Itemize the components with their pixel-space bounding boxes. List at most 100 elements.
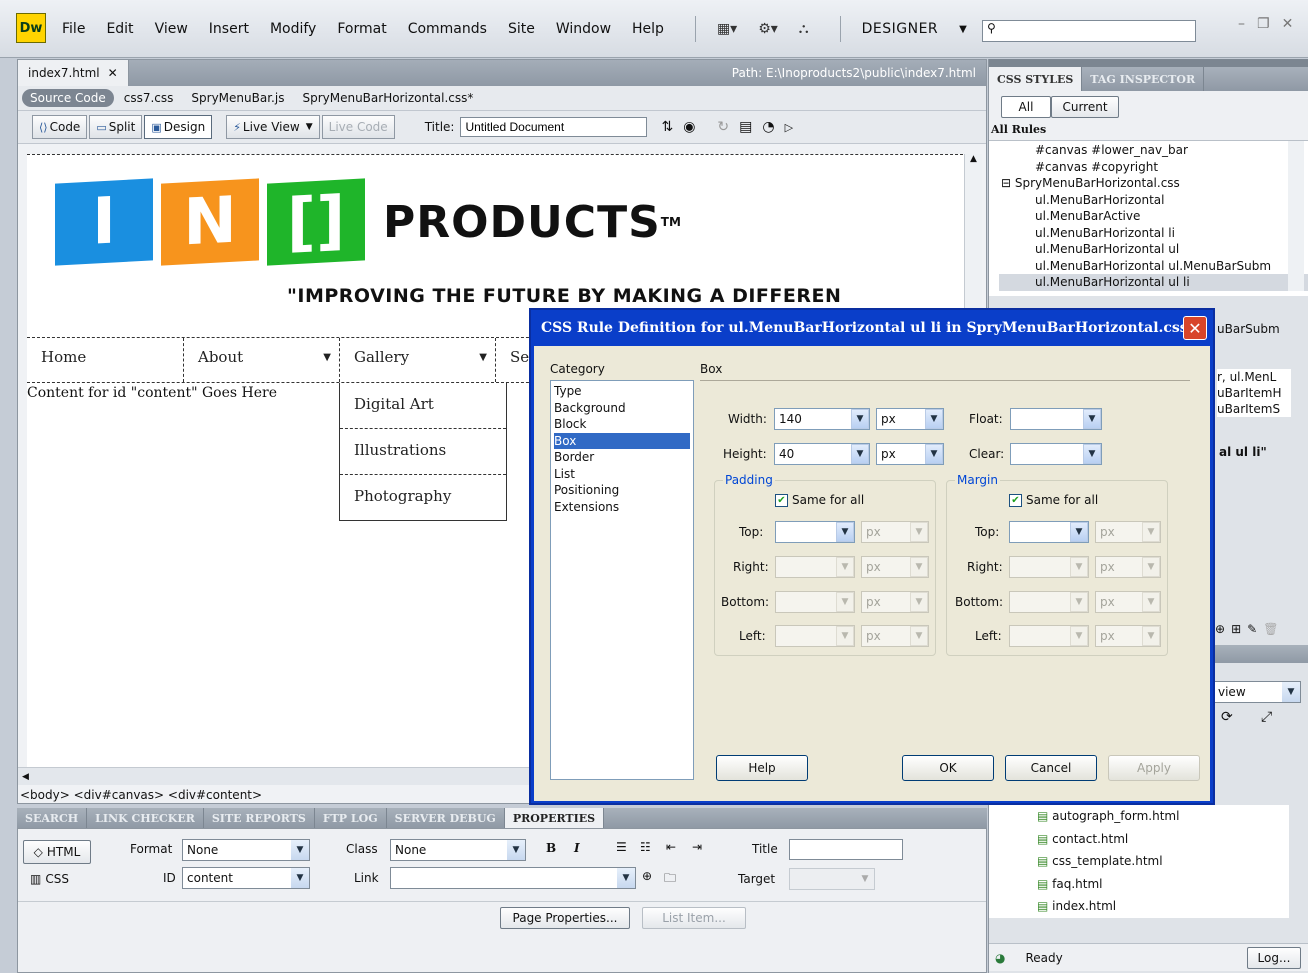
design-view-button[interactable]: ▣ Design	[144, 115, 213, 139]
folder-icon[interactable]: 🗀	[664, 869, 676, 890]
point-to-file-icon[interactable]: ⊕	[642, 869, 652, 883]
menu-view[interactable]: View	[155, 21, 188, 37]
italic-button[interactable]: I	[574, 841, 580, 855]
css-rule[interactable]: ul.MenuBarActive	[999, 208, 1308, 225]
margin-same-checkbox[interactable]: ✔ Same for all	[1009, 493, 1098, 507]
menu-file[interactable]: File	[62, 21, 85, 37]
title-field[interactable]	[789, 839, 903, 860]
current-mode-button[interactable]: Current	[1051, 96, 1119, 118]
tab-link-checker[interactable]: LINK CHECKER	[87, 808, 204, 828]
css-rule[interactable]: ul.MenuBarHorizontal ul.MenuBarSubm	[999, 258, 1308, 275]
menu-help[interactable]: Help	[632, 21, 664, 37]
tab-search[interactable]: SEARCH	[17, 808, 88, 828]
related-file[interactable]: SpryMenuBar.js	[191, 91, 284, 105]
category-item[interactable]: Extensions	[554, 499, 690, 516]
clear-select[interactable]: ▼	[1010, 443, 1102, 465]
menu-format[interactable]: Format	[337, 21, 386, 37]
close-icon[interactable]: ✕	[108, 66, 118, 80]
edit-rule-icon[interactable]: ✎	[1247, 622, 1257, 636]
tab-ftp-log[interactable]: FTP LOG	[315, 808, 387, 828]
category-item[interactable]: Type	[554, 383, 690, 400]
tab-site-reports[interactable]: SITE REPORTS	[204, 808, 315, 828]
trash-icon[interactable]: 🗑	[1263, 622, 1278, 636]
height-unit-select[interactable]: px ▼	[876, 443, 944, 465]
minimize-icon[interactable]: –	[1238, 16, 1245, 32]
category-item[interactable]: Block	[554, 416, 690, 433]
submenu-item[interactable]: Photography	[340, 475, 506, 521]
visual-aids-icon[interactable]: ◔	[762, 119, 774, 135]
menu-modify[interactable]: Modify	[270, 21, 316, 37]
html-mode-button[interactable]: ◇ HTML	[23, 840, 91, 864]
file-item[interactable]: ▤ autograph_form.html	[1037, 805, 1289, 828]
more-icon[interactable]: ▷	[785, 121, 793, 134]
expand-icon[interactable]: ⤢	[1261, 709, 1272, 725]
nav-about[interactable]: About ▼	[184, 338, 340, 382]
css-mode-button[interactable]: ▥ CSS	[30, 872, 69, 886]
live-code-button[interactable]: Live Code	[321, 115, 395, 139]
search-input[interactable]: ⚲	[982, 20, 1196, 42]
code-view-button[interactable]: ⟨⟩ Code	[32, 115, 88, 139]
attach-stylesheet-icon[interactable]: ⊕	[1215, 622, 1225, 636]
margin-left-select[interactable]: ▼	[1009, 625, 1089, 647]
margin-left-unit[interactable]: px ▼	[1095, 625, 1161, 647]
title-input[interactable]	[460, 117, 648, 137]
menu-edit[interactable]: Edit	[106, 21, 133, 37]
related-file[interactable]: SpryMenuBarHorizontal.css*	[302, 91, 473, 105]
nav-home[interactable]: Home	[27, 338, 184, 382]
indent-icon[interactable]: ⇥	[692, 840, 702, 854]
tab-properties[interactable]: PROPERTIES	[504, 808, 605, 828]
margin-top-select[interactable]: ▼	[1009, 521, 1089, 543]
height-select[interactable]: 40 ▼	[774, 443, 870, 465]
menu-insert[interactable]: Insert	[209, 21, 249, 37]
live-view-button[interactable]: ⚡ Live View ▼	[226, 115, 320, 139]
unordered-list-icon[interactable]: ☰	[616, 840, 627, 854]
margin-top-unit[interactable]: px ▼	[1095, 521, 1161, 543]
padding-top-unit[interactable]: px ▼	[861, 521, 929, 543]
site-map-icon[interactable]: ⛬	[799, 21, 809, 37]
id-select[interactable]: content ▼	[182, 867, 310, 889]
margin-bottom-unit[interactable]: px ▼	[1095, 591, 1161, 613]
cancel-button[interactable]: Cancel	[1005, 755, 1097, 781]
source-code-tab[interactable]: Source Code	[22, 89, 114, 107]
margin-right-unit[interactable]: px ▼	[1095, 556, 1161, 578]
globe-icon[interactable]: ◉	[683, 119, 695, 135]
padding-left-unit[interactable]: px ▼	[861, 625, 929, 647]
width-select[interactable]: 140 ▼	[774, 408, 870, 430]
padding-same-checkbox[interactable]: ✔ Same for all	[775, 493, 864, 507]
new-rule-icon[interactable]: ⊞	[1231, 622, 1241, 636]
float-select[interactable]: ▼	[1010, 408, 1102, 430]
category-item[interactable]: List	[554, 466, 690, 483]
css-rule[interactable]: #canvas #copyright	[999, 159, 1308, 176]
chevron-down-icon[interactable]: ▼	[959, 24, 967, 35]
file-item[interactable]: ▤ css_template.html	[1037, 850, 1289, 873]
log-button[interactable]: Log...	[1247, 946, 1301, 969]
padding-left-select[interactable]: ▼	[775, 625, 855, 647]
files-view-select[interactable]: view ▼	[1213, 681, 1301, 703]
file-item[interactable]: ▤ contact.html	[1037, 828, 1289, 851]
margin-right-select[interactable]: ▼	[1009, 556, 1089, 578]
document-tab[interactable]: index7.html ✕	[18, 60, 129, 86]
padding-right-unit[interactable]: px ▼	[861, 556, 929, 578]
apply-button[interactable]: Apply	[1108, 755, 1200, 781]
category-item-selected[interactable]: Box	[554, 432, 690, 449]
gear-icon[interactable]: ⚙▾	[758, 21, 778, 37]
padding-bottom-select[interactable]: ▼	[775, 591, 855, 613]
view-options-icon[interactable]: ▤	[739, 119, 752, 135]
category-item[interactable]: Background	[554, 400, 690, 417]
width-unit-select[interactable]: px ▼	[876, 408, 944, 430]
padding-bottom-unit[interactable]: px ▼	[861, 591, 929, 613]
css-rule[interactable]: ul.MenuBarHorizontal	[999, 192, 1308, 209]
bold-button[interactable]: B	[546, 841, 556, 855]
link-input[interactable]: ▼	[390, 867, 636, 889]
css-rule[interactable]: ul.MenuBarHorizontal li	[999, 225, 1308, 242]
submenu-item[interactable]: Illustrations	[340, 429, 506, 475]
file-item[interactable]: ▤ faq.html	[1037, 873, 1289, 896]
submenu-item[interactable]: Digital Art	[340, 383, 506, 429]
workspace-switcher[interactable]: DESIGNER	[862, 21, 939, 37]
tab-tag-inspector[interactable]: TAG INSPECTOR	[1082, 67, 1205, 91]
category-list[interactable]: Type Background Block Box Border List Po…	[550, 380, 694, 780]
collapse-icon[interactable]: ⊟	[1001, 176, 1015, 190]
scroll-up-icon[interactable]: ▲	[965, 154, 982, 164]
page-properties-button[interactable]: Page Properties...	[500, 907, 630, 929]
list-item-button[interactable]: List Item...	[642, 907, 746, 929]
